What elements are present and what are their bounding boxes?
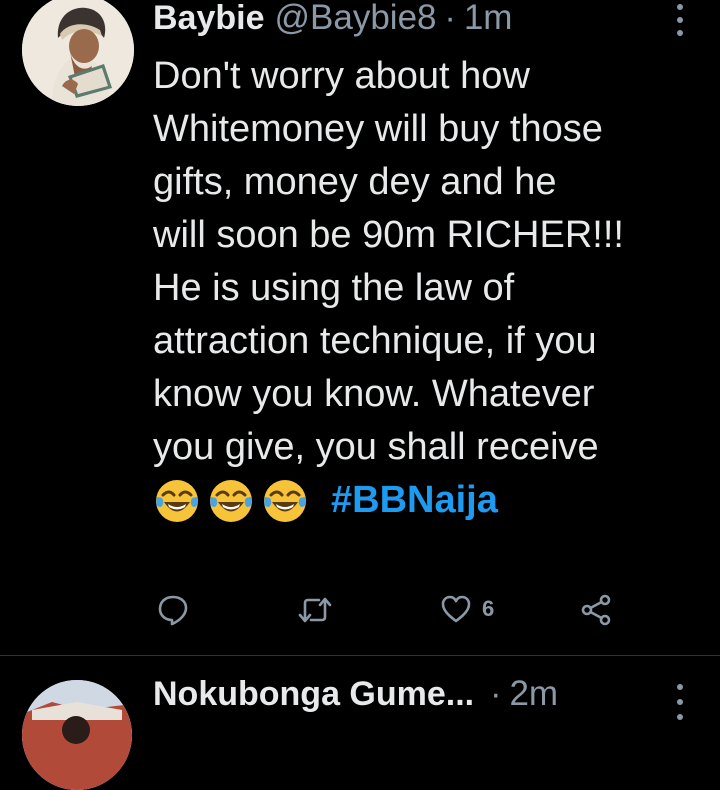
share-icon — [581, 594, 611, 626]
tweet-line: gifts, money dey and he — [153, 161, 557, 203]
reply-icon — [158, 595, 188, 626]
avatar[interactable] — [22, 0, 134, 106]
more-options-icon[interactable] — [668, 684, 692, 720]
tweet-line: He is using the law of — [153, 267, 515, 309]
laughing-tears-emoji-icon — [210, 479, 252, 522]
like-button[interactable]: 6 — [440, 594, 494, 624]
avatar-image — [22, 0, 134, 106]
tweet[interactable]: Baybie @Baybie8 · 1m Don't worry about h… — [0, 0, 720, 655]
retweet-button[interactable] — [298, 596, 332, 624]
tweet-header: Nokubonga Gume... · 2m — [153, 674, 558, 714]
tweet-line: know you know. Whatever — [153, 373, 595, 415]
reply-button[interactable] — [157, 594, 189, 626]
avatar[interactable] — [22, 680, 132, 790]
separator-dot: · — [444, 0, 456, 37]
tweet-actions: 6 — [0, 590, 720, 640]
tweet-header: Baybie @Baybie8 · 1m — [153, 0, 512, 44]
display-name[interactable]: Baybie — [153, 0, 265, 38]
tweet-line: attraction technique, if you — [153, 320, 597, 362]
user-handle[interactable]: @Baybie8 — [275, 0, 437, 38]
display-name[interactable]: Nokubonga Gume... — [153, 675, 474, 714]
retweet-icon — [298, 597, 332, 623]
separator-dot: · — [490, 675, 502, 713]
emoji-hashtag-line: #BBNaija — [153, 474, 713, 527]
tweet-text: Don't worry about how Whitemoney will bu… — [153, 50, 713, 527]
tweet[interactable]: Nokubonga Gume... · 2m — [0, 656, 720, 790]
avatar-image — [22, 680, 132, 790]
tweet-line: Whitemoney will buy those — [153, 108, 603, 150]
laughing-tears-emoji-icon — [264, 479, 306, 522]
timestamp[interactable]: 1m — [464, 0, 513, 38]
tweet-line: you give, you shall receive — [153, 426, 599, 468]
laughing-tears-emoji-icon — [156, 479, 198, 522]
more-options-icon[interactable] — [668, 4, 692, 36]
timestamp[interactable]: 2m — [509, 674, 558, 714]
tweet-line: will soon be 90m RICHER!!! — [153, 214, 624, 256]
heart-icon — [441, 595, 471, 623]
like-count: 6 — [482, 596, 495, 621]
tweet-line: Don't worry about how — [153, 55, 530, 97]
share-button[interactable] — [580, 594, 612, 626]
hashtag-link[interactable]: #BBNaija — [331, 474, 498, 527]
